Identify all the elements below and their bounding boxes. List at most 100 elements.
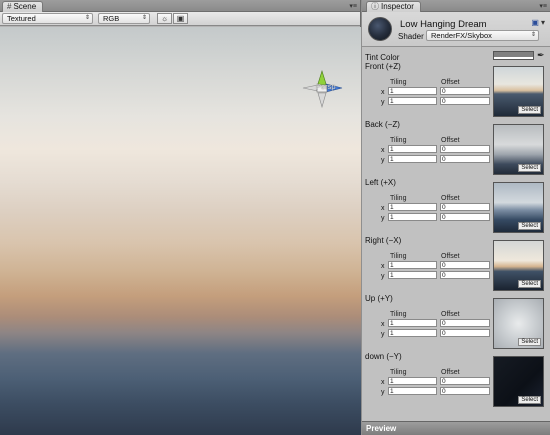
offset-header: Offset [441,311,460,318]
tiling-header: Tiling [390,369,407,376]
help-book-icon[interactable]: ▣ [531,18,539,27]
texture-thumbnail[interactable]: Select [493,182,544,233]
scene-viewport[interactable]: Persp [0,27,361,435]
texture-slot-label: down (−Y) [365,352,402,361]
offset-x-field[interactable]: 0 [440,377,490,385]
settings-icon[interactable]: ▾ [541,18,545,27]
tiling-y-field[interactable]: 1 [388,97,437,105]
updown-arrow-icon: ⇕ [84,15,90,21]
texture-slot: Up (+Y) Tiling Offset x y 1 1 0 0 Select [362,294,550,352]
x-axis-label: x [381,379,385,386]
inspector-tab-bar: ⓘ Inspector ▾≡ [362,0,550,12]
window-menu-icon[interactable]: ▾≡ [539,2,547,10]
tiling-x-field[interactable]: 1 [388,319,437,327]
offset-header: Offset [441,253,460,260]
offset-x-field[interactable]: 0 [440,87,490,95]
tiling-x-field[interactable]: 1 [388,145,437,153]
scene-tab[interactable]: # Scene [2,1,44,12]
material-properties: Tint Color ✒ Front (+Z) Tiling Offset x y 1 1 0… [362,48,550,421]
tiling-x-field[interactable]: 1 [388,261,437,269]
texture-slot-label: Right (−X) [365,236,402,245]
tiling-header: Tiling [390,311,407,318]
x-axis-label: x [381,263,385,270]
texture-thumbnail[interactable]: Select [493,240,544,291]
grid-icon: # [7,2,12,11]
offset-y-field[interactable]: 0 [440,387,490,395]
select-texture-button[interactable]: Select [518,106,541,114]
scene-toolbar: Textured ⇕ RGB ⇕ ☼ ▣ [0,12,360,26]
scene-tab-label: Scene [13,2,37,11]
texture-slot: Back (−Z) Tiling Offset x y 1 1 0 0 Select [362,120,550,178]
tiling-header: Tiling [390,79,407,86]
shader-value: RenderFX/Skybox [431,31,492,40]
info-icon: ⓘ [371,2,379,11]
tiling-x-field[interactable]: 1 [388,87,437,95]
material-header: Low Hanging Dream ▣ ▾ Shader RenderFX/Sk… [362,12,550,47]
lighting-toggle[interactable]: ☼ [157,13,172,24]
y-axis-label: y [381,389,385,396]
x-axis-label: x [381,321,385,328]
texture-thumbnail[interactable]: Select [493,356,544,407]
tiling-x-field[interactable]: 1 [388,203,437,211]
texture-slot: down (−Y) Tiling Offset x y 1 1 0 0 Select [362,352,550,410]
tiling-y-field[interactable]: 1 [388,329,437,337]
image-toggle[interactable]: ▣ [173,13,188,24]
tint-color-label: Tint Color [365,53,400,62]
tiling-x-field[interactable]: 1 [388,377,437,385]
window-menu-icon[interactable]: ▾≡ [349,2,357,10]
select-texture-button[interactable]: Select [518,280,541,288]
select-texture-button[interactable]: Select [518,164,541,172]
sun-icon: ☼ [160,14,169,23]
tiling-y-field[interactable]: 1 [388,387,437,395]
tiling-y-field[interactable]: 1 [388,213,437,221]
offset-header: Offset [441,195,460,202]
updown-arrow-icon: ⇕ [141,15,147,21]
y-axis-label: y [381,331,385,338]
offset-header: Offset [441,369,460,376]
texture-slot-label: Back (−Z) [365,120,400,129]
texture-slot: Right (−X) Tiling Offset x y 1 1 0 0 Select [362,236,550,294]
offset-x-field[interactable]: 0 [440,319,490,327]
texture-thumbnail[interactable]: Select [493,66,544,117]
y-axis-label: y [381,215,385,222]
offset-y-field[interactable]: 0 [440,271,490,279]
offset-x-field[interactable]: 0 [440,145,490,153]
texture-slot: Front (+Z) Tiling Offset x y 1 1 0 0 Select [362,62,550,120]
offset-y-field[interactable]: 0 [440,213,490,221]
render-mode-dropdown[interactable]: Textured ⇕ [2,13,93,24]
inspector-tab[interactable]: ⓘ Inspector [366,1,421,12]
shader-dropdown[interactable]: RenderFX/Skybox ⇕ [426,30,539,41]
material-name: Low Hanging Dream [400,19,487,30]
tiling-y-field[interactable]: 1 [388,271,437,279]
projection-label[interactable]: Persp [316,82,336,91]
texture-thumbnail[interactable]: Select [493,298,544,349]
tiling-header: Tiling [390,137,407,144]
x-axis-label: x [381,89,385,96]
tiling-header: Tiling [390,253,407,260]
x-axis-label: x [381,205,385,212]
color-mode-dropdown[interactable]: RGB ⇕ [98,13,150,24]
select-texture-button[interactable]: Select [518,396,541,404]
offset-y-field[interactable]: 0 [440,97,490,105]
offset-y-field[interactable]: 0 [440,155,490,163]
select-texture-button[interactable]: Select [518,222,541,230]
offset-y-field[interactable]: 0 [440,329,490,337]
tint-color-swatch[interactable] [493,51,534,60]
preview-bar[interactable]: Preview [362,421,550,435]
offset-header: Offset [441,79,460,86]
select-texture-button[interactable]: Select [518,338,541,346]
texture-thumbnail[interactable]: Select [493,124,544,175]
eyedropper-icon[interactable]: ✒ [537,50,545,61]
scene-window: # Scene ▾≡ Textured ⇕ RGB ⇕ ☼ ▣ Persp [0,0,361,435]
color-mode-value: RGB [103,14,120,23]
texture-slot-label: Up (+Y) [365,294,393,303]
texture-slot-label: Left (+X) [365,178,396,187]
offset-x-field[interactable]: 0 [440,261,490,269]
tiling-y-field[interactable]: 1 [388,155,437,163]
updown-arrow-icon: ⇕ [530,32,536,38]
material-preview-sphere [368,17,392,41]
offset-header: Offset [441,137,460,144]
offset-x-field[interactable]: 0 [440,203,490,211]
orientation-gizmo[interactable] [300,67,344,117]
texture-slot-label: Front (+Z) [365,62,401,71]
